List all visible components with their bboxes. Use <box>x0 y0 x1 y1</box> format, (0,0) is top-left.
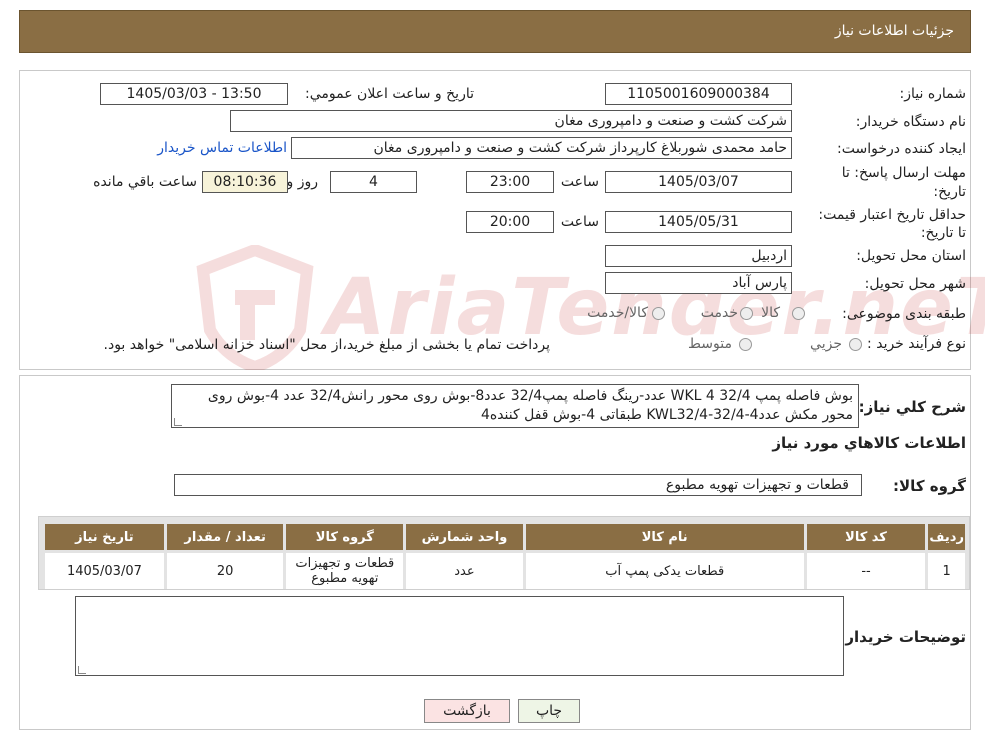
resize-grip-icon[interactable] <box>174 418 182 426</box>
process-radio-minor[interactable] <box>849 338 862 351</box>
resize-grip-icon[interactable] <box>78 666 86 674</box>
buyer-org-field: شرکت کشت و صنعت و دامپروری مغان <box>230 110 792 132</box>
col-group: گروه کالا <box>286 524 404 550</box>
city-field: پارس آباد <box>605 272 792 294</box>
province-label: استان محل تحويل: <box>856 248 966 264</box>
announce-label: تاريخ و ساعت اعلان عمومي: <box>305 86 474 102</box>
deadline-date-field: 1405/03/07 <box>605 171 792 193</box>
cell-row: 1 <box>928 553 965 589</box>
page-header: جزئيات اطلاعات نياز <box>19 10 971 53</box>
col-name: نام کالا <box>525 524 804 550</box>
process-label: نوع فرآيند خريد : <box>867 336 966 352</box>
days-field: 4 <box>330 171 417 193</box>
validity-time-label: ساعت <box>560 214 599 230</box>
process-note: پرداخت تمام يا بخشی از مبلغ خريد،از محل … <box>103 337 550 353</box>
announce-field: 1405/03/03 - 13:50 <box>100 83 288 105</box>
validity-time-field: 20:00 <box>466 211 554 233</box>
description-label: شرح کلي نياز: <box>858 398 966 416</box>
buyer-notes-textarea[interactable] <box>75 596 844 676</box>
description-textarea[interactable]: بوش فاصله پمپ WKL 4 32/4 عدد-رینگ فاصله … <box>171 384 859 428</box>
buyer-org-label: نام دستگاه خريدار: <box>855 114 966 130</box>
deadline-time-label: ساعت <box>560 174 599 190</box>
province-field: اردبيل <box>605 245 792 267</box>
cell-quantity: 20 <box>166 553 284 589</box>
contact-buyer-link[interactable]: اطلاعات تماس خريدار <box>157 140 287 156</box>
table-header-row: رديف کد کالا نام کالا واحد شمارش گروه کا… <box>45 524 965 550</box>
col-quantity: تعداد / مقدار <box>166 524 284 550</box>
description-text: بوش فاصله پمپ WKL 4 32/4 عدد-رینگ فاصله … <box>207 388 853 423</box>
category-radio-service[interactable] <box>740 307 753 320</box>
deadline-time-field: 23:00 <box>466 171 554 193</box>
creator-label: ايجاد کننده درخواست: <box>837 141 966 157</box>
cell-unit: عدد <box>406 553 523 589</box>
category-option-service: خدمت <box>700 305 738 321</box>
process-option-medium: متوسط <box>688 336 732 352</box>
buyer-notes-label: توضيحات خريدار: <box>839 628 966 646</box>
group-field: قطعات و تجهيزات تهويه مطبوع <box>174 474 862 496</box>
col-unit: واحد شمارش <box>406 524 523 550</box>
category-label: طبقه بندی موضوعی: <box>842 306 966 322</box>
cell-group: قطعات و تجهيزات تهويه مطبوع <box>286 553 404 589</box>
deadline-label: مهلت ارسال پاسخ: تا تاريخ: <box>841 165 966 200</box>
creator-field: حامد محمدی شوربلاغ کارپرداز شرکت کشت و ص… <box>291 137 792 159</box>
category-option-goods-service: کالا/خدمت <box>587 305 648 321</box>
category-option-goods: کالا <box>761 305 780 321</box>
col-row: رديف <box>928 524 965 550</box>
validity-date-field: 1405/05/31 <box>605 211 792 233</box>
remaining-label: ساعت باقي مانده <box>93 174 197 190</box>
page-title: جزئيات اطلاعات نياز <box>834 23 954 39</box>
group-label: گروه کالا: <box>893 477 966 495</box>
process-option-minor: جزيي <box>810 336 842 352</box>
cell-code: -- <box>806 553 926 589</box>
remaining-time-field: 08:10:36 <box>202 171 288 193</box>
days-label: روز و <box>286 174 319 190</box>
items-table: رديف کد کالا نام کالا واحد شمارش گروه کا… <box>42 521 968 592</box>
table-row: 1 -- قطعات یدکی پمپ آب عدد قطعات و تجهيز… <box>45 553 965 589</box>
category-radio-goods[interactable] <box>792 307 805 320</box>
back-button[interactable]: بازگشت <box>424 699 510 723</box>
cell-name: قطعات یدکی پمپ آب <box>525 553 804 589</box>
category-radio-goods-service[interactable] <box>652 307 665 320</box>
need-number-label: شماره نياز: <box>899 86 967 102</box>
items-section-title: اطلاعات کالاهاي مورد نياز <box>772 434 966 452</box>
col-code: کد کالا <box>806 524 926 550</box>
cell-date: 1405/03/07 <box>45 553 164 589</box>
process-radio-medium[interactable] <box>739 338 752 351</box>
city-label: شهر محل تحويل: <box>864 276 966 292</box>
print-button[interactable]: چاپ <box>518 699 580 723</box>
need-number-field: 1105001609000384 <box>605 83 792 105</box>
items-table-container: رديف کد کالا نام کالا واحد شمارش گروه کا… <box>38 516 970 590</box>
validity-label: حداقل تاريخ اعتبار قيمت: تا تاريخ: <box>818 207 966 241</box>
col-date: تاريخ نياز <box>45 524 164 550</box>
